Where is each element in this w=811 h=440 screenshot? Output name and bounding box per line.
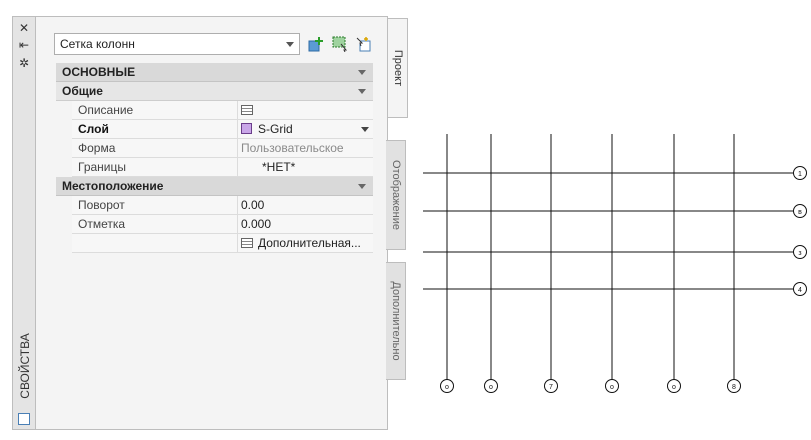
grid-bubble-label: о bbox=[489, 384, 493, 391]
column-grid-drawing: 1 в з 4 о о 7 о о 8 bbox=[423, 134, 807, 393]
grid-bubble-label: в bbox=[798, 209, 802, 216]
grid-bubble-label: 1 bbox=[798, 171, 802, 178]
grid-bubble-label: з bbox=[798, 250, 801, 257]
grid-bubble-label: о bbox=[445, 384, 449, 391]
grid-bubble-label: о bbox=[610, 384, 614, 391]
grid-bubble-label: 4 bbox=[798, 287, 802, 294]
grid-bubble-label: о bbox=[672, 384, 676, 391]
grid-bubble-label: 8 bbox=[732, 384, 736, 391]
grid-bubble-label: 7 bbox=[549, 384, 553, 391]
